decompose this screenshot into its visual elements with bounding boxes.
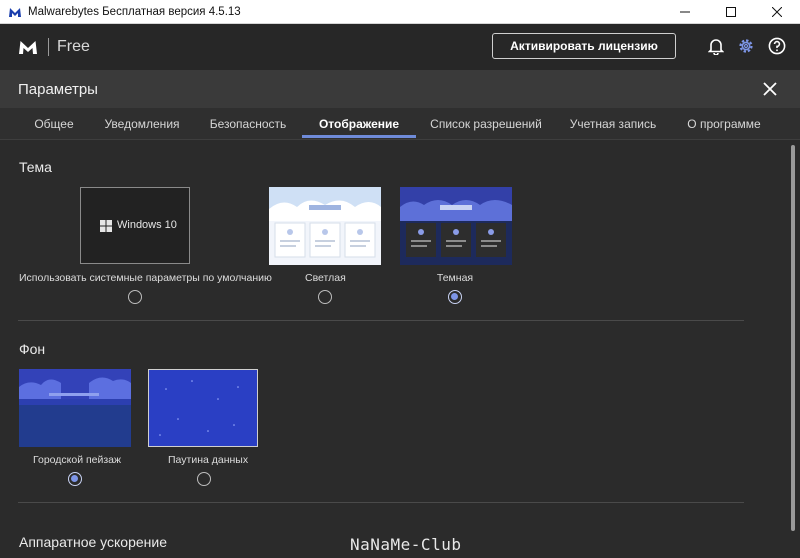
section-divider xyxy=(18,502,744,503)
settings-title: Параметры xyxy=(18,81,98,98)
minimize-icon xyxy=(680,11,690,13)
background-cityscape-thumbnail[interactable] xyxy=(19,369,131,447)
settings-header: Параметры xyxy=(0,70,800,108)
display-settings-panel: Тема Windows 10 Использовать системные п… xyxy=(0,140,800,558)
background-section-title: Фон xyxy=(19,341,46,357)
maximize-icon xyxy=(726,7,736,17)
gear-icon xyxy=(739,39,753,53)
background-data-web-label: Паутина данных xyxy=(168,454,249,466)
windows-logo-icon xyxy=(100,220,112,232)
tab-security[interactable]: Безопасность xyxy=(198,108,298,140)
theme-system-radio[interactable] xyxy=(128,290,142,304)
edition-label: Free xyxy=(57,38,90,55)
theme-light-label: Светлая xyxy=(305,272,346,284)
tab-account[interactable]: Учетная запись xyxy=(560,108,666,140)
windows-10-label: Windows 10 xyxy=(117,219,177,231)
active-tab-indicator xyxy=(302,135,416,138)
theme-section-title: Тема xyxy=(19,159,52,175)
hardware-acceleration-title: Аппаратное ускорение xyxy=(19,534,167,550)
notifications-button[interactable] xyxy=(706,36,726,56)
logo-separator xyxy=(48,38,49,56)
app-header: Free Активировать лицензию xyxy=(0,24,800,70)
malwarebytes-app-icon xyxy=(9,7,21,17)
maximize-button[interactable] xyxy=(708,0,754,24)
background-data-web-radio[interactable] xyxy=(197,472,211,486)
scrollbar-thumb[interactable] xyxy=(791,145,795,531)
malwarebytes-logo-icon xyxy=(19,41,37,54)
theme-light-radio[interactable] xyxy=(318,290,332,304)
background-data-web-thumbnail[interactable] xyxy=(148,369,258,447)
theme-system-label: Использовать системные параметры по умол… xyxy=(19,272,272,284)
theme-dark-label: Темная xyxy=(436,272,474,284)
activate-license-button[interactable]: Активировать лицензию xyxy=(492,33,676,59)
tab-general[interactable]: Общее xyxy=(19,108,89,140)
tab-notifications[interactable]: Уведомления xyxy=(95,108,189,140)
minimize-button[interactable] xyxy=(662,0,708,24)
window-titlebar: Malwarebytes Бесплатная версия 4.5.13 xyxy=(0,0,800,24)
theme-dark-thumbnail[interactable] xyxy=(400,187,512,265)
tab-allow-list[interactable]: Список разрешений xyxy=(424,108,548,140)
vertical-scrollbar[interactable] xyxy=(790,145,796,547)
window-title: Malwarebytes Бесплатная версия 4.5.13 xyxy=(28,5,241,18)
help-icon xyxy=(768,37,786,55)
theme-dark-radio[interactable] xyxy=(448,290,462,304)
bell-icon xyxy=(708,38,724,55)
help-button[interactable] xyxy=(767,36,787,56)
section-divider xyxy=(18,320,744,321)
watermark-text: NaNaMe-Club xyxy=(350,535,462,554)
close-settings-icon[interactable] xyxy=(762,81,778,97)
background-cityscape-radio[interactable] xyxy=(68,472,82,486)
tab-about[interactable]: О программе xyxy=(676,108,772,140)
settings-button[interactable] xyxy=(736,36,756,56)
theme-system-thumbnail[interactable]: Windows 10 xyxy=(80,187,190,264)
background-cityscape-label: Городской пейзаж xyxy=(33,454,122,466)
window-close-button[interactable] xyxy=(754,0,800,24)
close-icon xyxy=(772,7,782,17)
theme-light-thumbnail[interactable] xyxy=(269,187,381,265)
